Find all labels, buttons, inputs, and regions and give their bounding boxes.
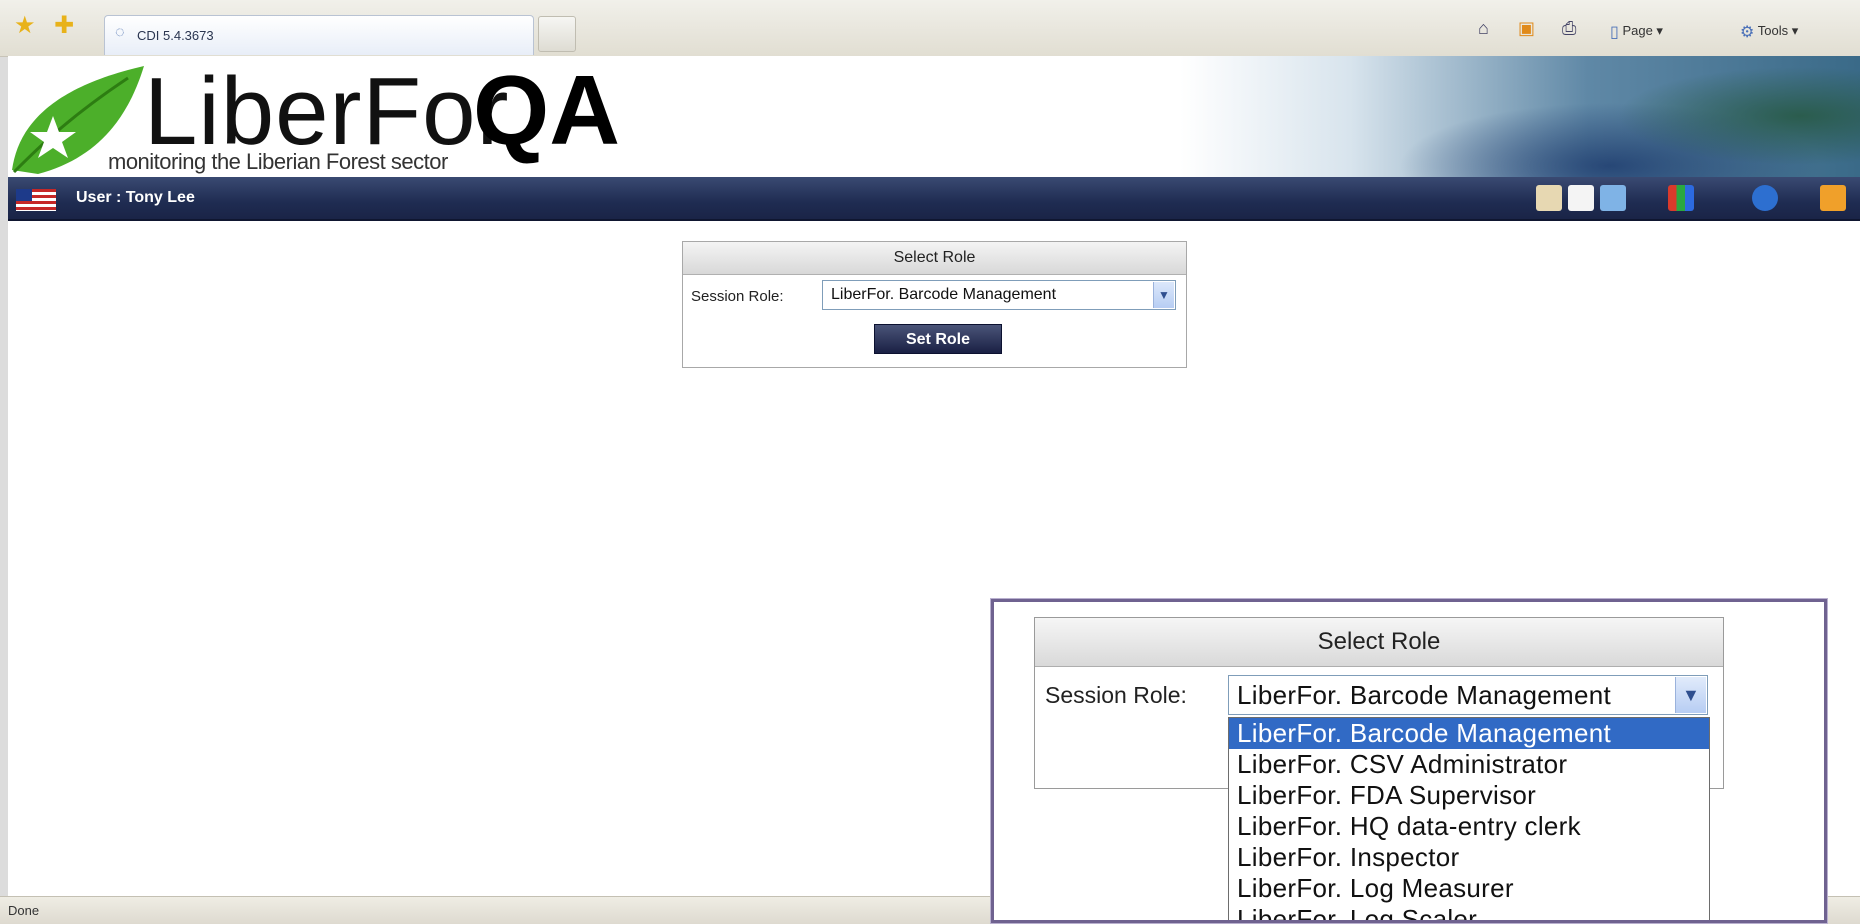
session-role-label: Session Role:	[691, 288, 784, 305]
new-tab-button[interactable]	[538, 16, 576, 52]
globe-banner-image	[1180, 56, 1860, 177]
browser-toolbar: ★ ✚ ◌ CDI 5.4.3673 ⌂ ▣ ⎙ ▯ Page ▾ ⚙ Tool…	[0, 0, 1860, 57]
map-icon[interactable]	[1600, 185, 1626, 211]
logo-qa-text: QA	[473, 56, 620, 165]
browser-tab[interactable]: ◌ CDI 5.4.3673	[104, 15, 534, 55]
logo-text: LiberFor	[144, 58, 510, 165]
tools-icon: ⚙	[1740, 24, 1755, 41]
set-role-button[interactable]: Set Role	[874, 324, 1002, 354]
role-option[interactable]: LiberFor. Log Scaler	[1229, 904, 1709, 920]
add-favorites-icon[interactable]: ✚	[54, 14, 74, 38]
page-menu-label: Page	[1622, 23, 1653, 38]
liberia-flag-icon	[16, 189, 56, 211]
chevron-down-icon[interactable]: ▼	[1153, 282, 1174, 308]
home-icon[interactable]	[1536, 185, 1562, 211]
role-option[interactable]: LiberFor. Barcode Management	[1229, 718, 1709, 749]
page-favicon-icon: ◌	[115, 24, 125, 41]
tools-menu-button[interactable]: ⚙ Tools ▾	[1740, 22, 1798, 42]
session-role-value: LiberFor. Barcode Management	[831, 286, 1057, 303]
info-icon[interactable]	[1752, 185, 1778, 211]
book-icon[interactable]	[1568, 185, 1594, 211]
print-icon[interactable]: ⎙	[1562, 18, 1576, 39]
status-text: Done	[8, 903, 40, 918]
zoom-callout: Select Role Session Role: LiberFor. Barc…	[991, 599, 1827, 923]
home-icon[interactable]: ⌂	[1478, 18, 1489, 39]
people-icon[interactable]	[1668, 185, 1694, 211]
favorites-star-icon[interactable]: ★	[14, 14, 36, 38]
chevron-down-icon[interactable]: ▼	[1675, 677, 1706, 713]
exit-icon[interactable]	[1820, 185, 1846, 211]
page-icon: ▯	[1610, 24, 1619, 41]
zoom-session-role-label: Session Role:	[1045, 682, 1187, 708]
nav-bar: User : Tony Lee	[8, 177, 1860, 221]
role-dropdown-list[interactable]: LiberFor. Barcode Management LiberFor. C…	[1228, 717, 1710, 920]
role-option[interactable]: LiberFor. Inspector	[1229, 842, 1709, 873]
zoom-session-role-select[interactable]: LiberFor. Barcode Management ▼	[1228, 675, 1708, 715]
zoom-session-role-value: LiberFor. Barcode Management	[1237, 680, 1612, 710]
site-banner: LiberFor QA monitoring the Liberian Fore…	[8, 56, 1860, 177]
tools-menu-label: Tools	[1757, 23, 1789, 38]
page-menu-button[interactable]: ▯ Page ▾	[1610, 22, 1663, 42]
role-option[interactable]: LiberFor. HQ data-entry clerk	[1229, 811, 1709, 842]
panel-title: Select Role	[683, 242, 1186, 275]
tagline: monitoring the Liberian Forest sector	[108, 149, 448, 174]
role-option[interactable]: LiberFor. CSV Administrator	[1229, 749, 1709, 780]
tab-title: CDI 5.4.3673	[137, 28, 214, 43]
zoom-panel-title: Select Role	[1035, 618, 1723, 667]
session-role-select[interactable]: LiberFor. Barcode Management ▼	[822, 280, 1176, 310]
role-option[interactable]: LiberFor. Log Measurer	[1229, 873, 1709, 904]
select-role-panel: Select Role Session Role: LiberFor. Barc…	[682, 241, 1187, 368]
role-option[interactable]: LiberFor. FDA Supervisor	[1229, 780, 1709, 811]
user-label: User : Tony Lee	[76, 189, 195, 206]
feeds-icon[interactable]: ▣	[1518, 18, 1535, 39]
